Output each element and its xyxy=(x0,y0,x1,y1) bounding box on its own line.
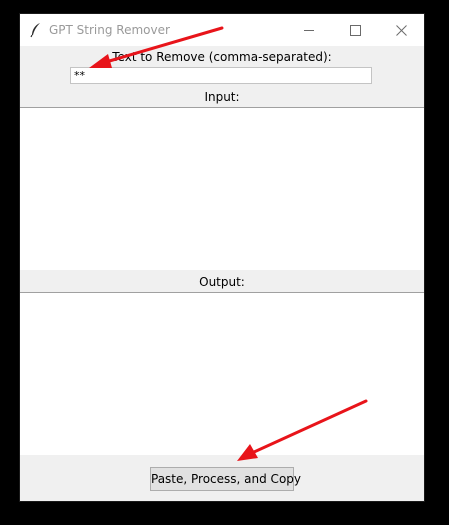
app-window: GPT String Remover Text to Remove (comma… xyxy=(20,14,424,501)
output-textarea[interactable] xyxy=(20,292,424,455)
minimize-button[interactable] xyxy=(286,14,332,46)
input-textarea[interactable] xyxy=(20,107,424,270)
minimize-icon xyxy=(303,21,315,40)
paste-process-copy-button[interactable]: Paste, Process, and Copy xyxy=(150,467,301,491)
remove-label: Text to Remove (comma-separated): xyxy=(112,50,332,64)
close-icon xyxy=(395,21,407,40)
input-label: Input: xyxy=(204,90,240,104)
maximize-button[interactable] xyxy=(332,14,378,46)
output-label: Output: xyxy=(199,275,245,289)
remove-text-input[interactable] xyxy=(70,67,372,84)
maximize-icon xyxy=(349,21,361,40)
window-title: GPT String Remover xyxy=(49,23,170,37)
feather-icon xyxy=(29,22,43,38)
close-button[interactable] xyxy=(378,14,424,46)
title-bar[interactable]: GPT String Remover xyxy=(20,14,424,46)
